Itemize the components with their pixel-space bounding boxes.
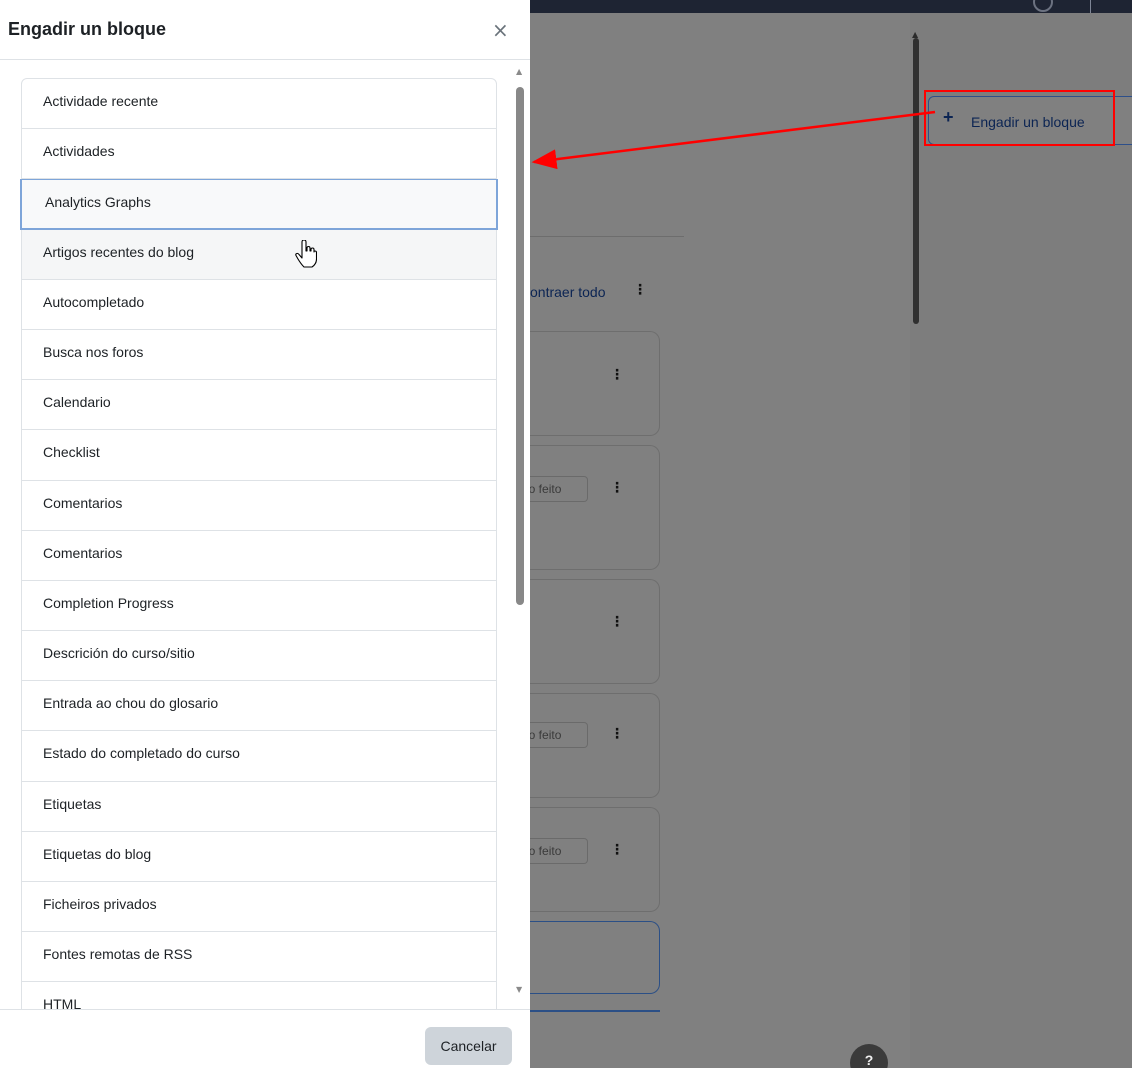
close-icon[interactable]: ×	[492, 18, 509, 42]
activity-card: no feito ⋮	[524, 693, 660, 798]
collapse-all-link[interactable]: ontraer todo	[530, 284, 606, 300]
block-list-item[interactable]: Checklist	[22, 430, 496, 481]
kebab-menu-icon[interactable]: ⋮	[633, 281, 647, 298]
block-list-item[interactable]: HTML	[22, 982, 496, 1009]
annotation-highlight-box	[924, 90, 1115, 146]
user-avatar	[1033, 0, 1053, 12]
modal-scrollbar[interactable]: ▲ ▼	[514, 67, 526, 1003]
mark-done-button[interactable]: no feito	[524, 722, 588, 748]
add-block-modal: Engadir un bloque × Actividade recente Ac…	[0, 0, 530, 1068]
activity-card: no feito ⋮	[524, 807, 660, 912]
block-list-item[interactable]: Busca nos foros	[22, 330, 496, 381]
block-list-item[interactable]: Calendario	[22, 380, 496, 431]
block-list-item[interactable]: Fontes remotas de RSS	[22, 932, 496, 983]
hand-cursor-icon	[295, 240, 317, 268]
cancel-button[interactable]: Cancelar	[425, 1027, 512, 1065]
block-list-item[interactable]: Comentarios	[22, 481, 496, 531]
block-list-item[interactable]: Etiquetas do blog	[22, 832, 496, 882]
block-list-item[interactable]: Analytics Graphs	[20, 179, 498, 230]
section-divider	[530, 236, 684, 237]
add-activity-card[interactable]	[530, 921, 660, 994]
kebab-menu-icon[interactable]: ⋮	[610, 842, 624, 858]
kebab-menu-icon[interactable]: ⋮	[610, 614, 624, 630]
block-list-item[interactable]: Comentarios	[22, 531, 496, 581]
modal-footer: Cancelar	[0, 1009, 530, 1068]
modal-header: Engadir un bloque ×	[0, 0, 530, 60]
kebab-menu-icon[interactable]: ⋮	[610, 367, 624, 383]
scrollbar-thumb[interactable]	[516, 87, 524, 605]
scroll-up-icon[interactable]: ▲	[516, 67, 522, 76]
block-list-item[interactable]: Actividades	[22, 129, 496, 180]
activity-card: no feito ⋮	[524, 445, 660, 570]
page-scrollbar[interactable]	[913, 38, 919, 324]
activity-card: ⋮	[530, 331, 660, 436]
modal-title: Engadir un bloque	[8, 19, 166, 39]
kebab-menu-icon[interactable]: ⋮	[610, 726, 624, 742]
block-list-item[interactable]: Descrición do curso/sitio	[22, 631, 496, 682]
block-list-item[interactable]: Actividade recente	[22, 79, 496, 130]
block-list-item[interactable]: Ficheiros privados	[22, 882, 496, 933]
activity-card: ⋮	[530, 579, 660, 684]
scroll-down-icon[interactable]: ▼	[516, 985, 522, 994]
modal-body: Actividade recente Actividades Analytics G…	[0, 61, 530, 1009]
topbar-divider	[1090, 0, 1091, 13]
mark-done-button[interactable]: no feito	[524, 476, 588, 502]
kebab-menu-icon[interactable]: ⋮	[610, 480, 624, 496]
block-list: Actividade recente Actividades Analytics G…	[20, 78, 498, 1009]
block-list-item[interactable]: Entrada ao chou do glosario	[22, 681, 496, 732]
block-list-item[interactable]: Completion Progress	[22, 581, 496, 632]
block-drawer	[910, 13, 1132, 1068]
mark-done-button[interactable]: no feito	[524, 838, 588, 864]
block-list-item[interactable]: Autocompletado	[22, 280, 496, 330]
section-underline	[530, 1010, 660, 1012]
annotation-arrow	[531, 110, 936, 170]
block-list-item[interactable]: Estado do completado do curso	[22, 731, 496, 782]
page-topbar	[530, 0, 1132, 13]
block-list-item[interactable]: Artigos recentes do blog	[22, 229, 496, 280]
block-list-item[interactable]: Etiquetas	[22, 782, 496, 832]
